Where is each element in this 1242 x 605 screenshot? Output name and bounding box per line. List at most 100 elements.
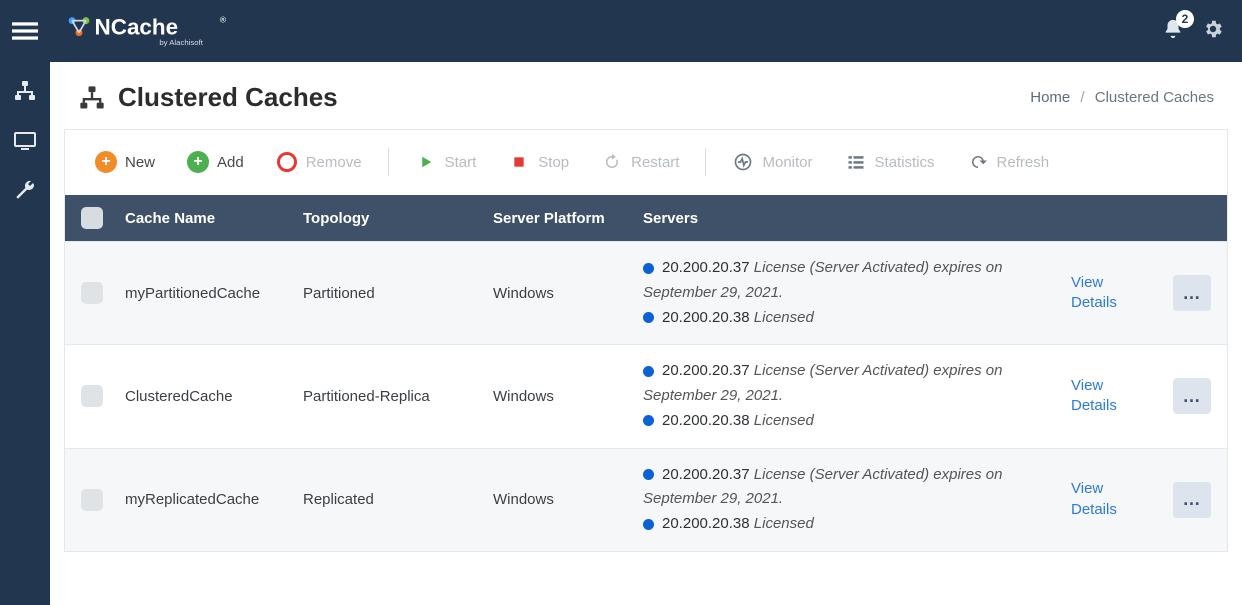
- cell-platform: Windows: [493, 491, 643, 508]
- statistics-button[interactable]: Statistics: [833, 149, 947, 175]
- stop-button[interactable]: Stop: [496, 149, 581, 175]
- row-actions-button[interactable]: …: [1173, 275, 1211, 311]
- refresh-button[interactable]: Refresh: [955, 149, 1062, 175]
- server-license-status: Licensed: [754, 309, 814, 326]
- wrench-icon: [13, 179, 37, 203]
- svg-text:NCache: NCache: [95, 14, 179, 39]
- server-entry: 20.200.20.38 Licensed: [643, 512, 1061, 537]
- row-checkbox[interactable]: [81, 489, 103, 511]
- cell-cache-name: ClusteredCache: [125, 388, 303, 405]
- cell-topology: Replicated: [303, 491, 493, 508]
- toolbar: + New + Add Remove Start Stop R: [65, 130, 1227, 195]
- page-header: Clustered Caches Home / Clustered Caches: [50, 62, 1242, 129]
- sidebar-item-tools[interactable]: [0, 166, 50, 216]
- page-title: Clustered Caches: [118, 82, 338, 113]
- new-label: New: [125, 154, 155, 171]
- restart-icon: [601, 151, 623, 173]
- server-ip: 20.200.20.37: [662, 466, 750, 483]
- view-details-link[interactable]: View Details: [1071, 273, 1151, 314]
- plus-circle-icon: +: [95, 151, 117, 173]
- plus-circle-icon: +: [187, 151, 209, 173]
- table-row: ClusteredCachePartitioned-ReplicaWindows…: [65, 344, 1227, 447]
- status-dot-icon: [643, 415, 654, 426]
- toolbar-separator: [705, 148, 706, 176]
- status-dot-icon: [643, 366, 654, 377]
- monitor-label: Monitor: [762, 154, 812, 171]
- row-actions-button[interactable]: …: [1173, 482, 1211, 518]
- col-header-name: Cache Name: [125, 210, 303, 227]
- caches-panel: + New + Add Remove Start Stop R: [64, 129, 1228, 552]
- row-checkbox[interactable]: [81, 385, 103, 407]
- refresh-icon: [967, 151, 989, 173]
- server-entry: 20.200.20.38 Licensed: [643, 409, 1061, 434]
- server-ip: 20.200.20.38: [662, 515, 750, 532]
- settings-button[interactable]: [1202, 18, 1224, 45]
- cell-topology: Partitioned-Replica: [303, 388, 493, 405]
- toolbar-separator: [388, 148, 389, 176]
- col-header-servers: Servers: [643, 210, 1071, 227]
- add-button[interactable]: + Add: [175, 149, 256, 175]
- table-row: myReplicatedCacheReplicatedWindows20.200…: [65, 448, 1227, 551]
- cell-servers: 20.200.20.37 License (Server Activated) …: [643, 359, 1071, 433]
- main-content: Clustered Caches Home / Clustered Caches…: [50, 62, 1242, 605]
- table-header: Cache Name Topology Server Platform Serv…: [65, 195, 1227, 241]
- sidebar-item-clustered-caches[interactable]: [0, 66, 50, 116]
- cell-platform: Windows: [493, 285, 643, 302]
- cell-servers: 20.200.20.37 License (Server Activated) …: [643, 463, 1071, 537]
- server-entry: 20.200.20.37 License (Server Activated) …: [643, 359, 1061, 409]
- stop-label: Stop: [538, 154, 569, 171]
- list-icon: [845, 151, 867, 173]
- restart-button[interactable]: Restart: [589, 149, 691, 175]
- status-dot-icon: [643, 519, 654, 530]
- notifications-button[interactable]: 2: [1162, 18, 1184, 45]
- col-header-platform: Server Platform: [493, 210, 643, 227]
- new-button[interactable]: + New: [83, 149, 167, 175]
- cell-platform: Windows: [493, 388, 643, 405]
- view-details-link[interactable]: View Details: [1071, 376, 1151, 417]
- brand-logo[interactable]: NCache ® by Alachisoft: [60, 11, 250, 51]
- server-ip: 20.200.20.37: [662, 259, 750, 276]
- server-ip: 20.200.20.37: [662, 362, 750, 379]
- status-dot-icon: [643, 469, 654, 480]
- server-entry: 20.200.20.38 Licensed: [643, 306, 1061, 331]
- select-all-checkbox[interactable]: [81, 207, 103, 229]
- gear-icon: [1202, 18, 1224, 40]
- refresh-label: Refresh: [997, 154, 1050, 171]
- table-row: myPartitionedCachePartitionedWindows20.2…: [65, 241, 1227, 344]
- remove-label: Remove: [306, 154, 362, 171]
- server-license-status: Licensed: [754, 515, 814, 532]
- cell-cache-name: myPartitionedCache: [125, 285, 303, 302]
- minus-circle-icon: [276, 151, 298, 173]
- cell-servers: 20.200.20.37 License (Server Activated) …: [643, 256, 1071, 330]
- add-label: Add: [217, 154, 244, 171]
- breadcrumb: Home / Clustered Caches: [1030, 89, 1214, 106]
- svg-text:by Alachisoft: by Alachisoft: [159, 38, 203, 47]
- sidebar-item-local-caches[interactable]: [0, 116, 50, 166]
- start-button[interactable]: Start: [403, 149, 489, 175]
- stop-icon: [508, 151, 530, 173]
- remove-button[interactable]: Remove: [264, 149, 374, 175]
- play-icon: [415, 151, 437, 173]
- cell-cache-name: myReplicatedCache: [125, 491, 303, 508]
- table-body: myPartitionedCachePartitionedWindows20.2…: [65, 241, 1227, 551]
- server-entry: 20.200.20.37 License (Server Activated) …: [643, 256, 1061, 306]
- monitor-icon: [13, 129, 37, 153]
- col-header-topology: Topology: [303, 210, 493, 227]
- breadcrumb-separator: /: [1080, 89, 1084, 106]
- notifications-badge: 2: [1176, 10, 1194, 28]
- row-actions-button[interactable]: …: [1173, 378, 1211, 414]
- cell-topology: Partitioned: [303, 285, 493, 302]
- server-ip: 20.200.20.38: [662, 309, 750, 326]
- sitemap-icon: [13, 79, 37, 103]
- heartbeat-icon: [732, 151, 754, 173]
- row-checkbox[interactable]: [81, 282, 103, 304]
- hamburger-menu[interactable]: [0, 0, 50, 62]
- monitor-button[interactable]: Monitor: [720, 149, 824, 175]
- view-details-link[interactable]: View Details: [1071, 479, 1151, 520]
- breadcrumb-home[interactable]: Home: [1030, 89, 1070, 106]
- top-bar: NCache ® by Alachisoft 2: [0, 0, 1242, 62]
- svg-text:®: ®: [220, 14, 227, 24]
- status-dot-icon: [643, 263, 654, 274]
- server-license-status: Licensed: [754, 412, 814, 429]
- breadcrumb-current: Clustered Caches: [1095, 89, 1214, 106]
